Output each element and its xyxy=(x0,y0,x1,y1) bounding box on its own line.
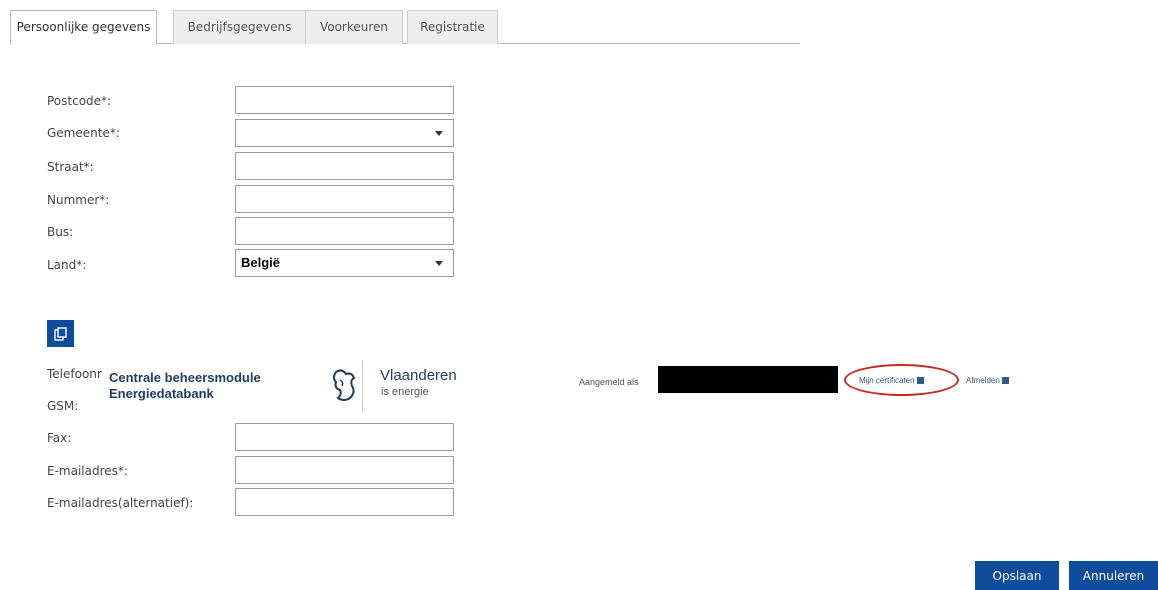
telefoon-label: Telefoonr xyxy=(47,367,102,381)
land-label: Land*: xyxy=(47,258,87,272)
certificates-link-text: Mijn certificaten xyxy=(859,376,915,385)
save-button[interactable]: Opslaan xyxy=(975,561,1059,590)
certificates-link[interactable]: Mijn certificaten xyxy=(859,376,924,385)
brand-subtitle: is energie xyxy=(381,386,429,398)
straat-input[interactable] xyxy=(235,152,454,180)
tab-voorkeuren[interactable]: Voorkeuren xyxy=(305,10,403,44)
fax-label: Fax: xyxy=(47,431,72,445)
logout-icon xyxy=(1001,377,1009,384)
brand-divider xyxy=(362,360,363,412)
postcode-label: Postcode*: xyxy=(47,94,112,108)
email-alt-label: E-mailadres(alternatief): xyxy=(47,496,194,510)
gsm-label: GSM: xyxy=(47,399,79,413)
logout-link-text: Afmelden xyxy=(966,376,1000,385)
logged-in-label: Aangemeld als xyxy=(579,377,639,387)
copy-address-button[interactable] xyxy=(47,320,74,347)
brand-title: Vlaanderen xyxy=(380,367,457,384)
header-banner-overlay: Centrale beheersmodule Energiedatabank V… xyxy=(102,352,1024,420)
vlaanderen-lion-logo xyxy=(333,369,356,401)
gemeente-label: Gemeente*: xyxy=(47,126,120,140)
straat-label: Straat*: xyxy=(47,160,94,174)
chevron-down-icon xyxy=(435,261,443,266)
nummer-label: Nummer*: xyxy=(47,193,110,207)
nummer-input[interactable] xyxy=(235,185,454,213)
tab-bedrijfsgegevens[interactable]: Bedrijfsgegevens xyxy=(173,10,306,44)
email-input[interactable] xyxy=(235,456,454,484)
gemeente-select[interactable] xyxy=(235,119,454,147)
bus-label: Bus: xyxy=(47,225,74,239)
external-link-icon xyxy=(916,377,924,384)
postcode-input[interactable] xyxy=(235,86,454,114)
tab-persoonlijke-gegevens[interactable]: Persoonlijke gegevens xyxy=(10,10,157,45)
logout-link[interactable]: Afmelden xyxy=(966,376,1009,385)
chevron-down-icon xyxy=(435,131,443,136)
cancel-button[interactable]: Annuleren xyxy=(1069,561,1158,590)
redacted-username xyxy=(658,366,838,393)
email-label: E-mailadres*: xyxy=(47,464,128,478)
bus-input[interactable] xyxy=(235,217,454,245)
app-name-line2: Energiedatabank xyxy=(109,386,214,401)
app-name: Centrale beheersmodule Energiedatabank xyxy=(109,370,261,402)
copy-icon xyxy=(54,326,67,341)
land-value: België xyxy=(241,255,281,270)
tab-registratie[interactable]: Registratie xyxy=(407,10,498,44)
fax-input[interactable] xyxy=(235,423,454,451)
land-select[interactable]: België xyxy=(235,249,454,277)
email-alt-input[interactable] xyxy=(235,488,454,516)
app-name-line1: Centrale beheersmodule xyxy=(109,370,261,385)
tab-bar: Persoonlijke gegevens Bedrijfsgegevens V… xyxy=(10,10,800,45)
